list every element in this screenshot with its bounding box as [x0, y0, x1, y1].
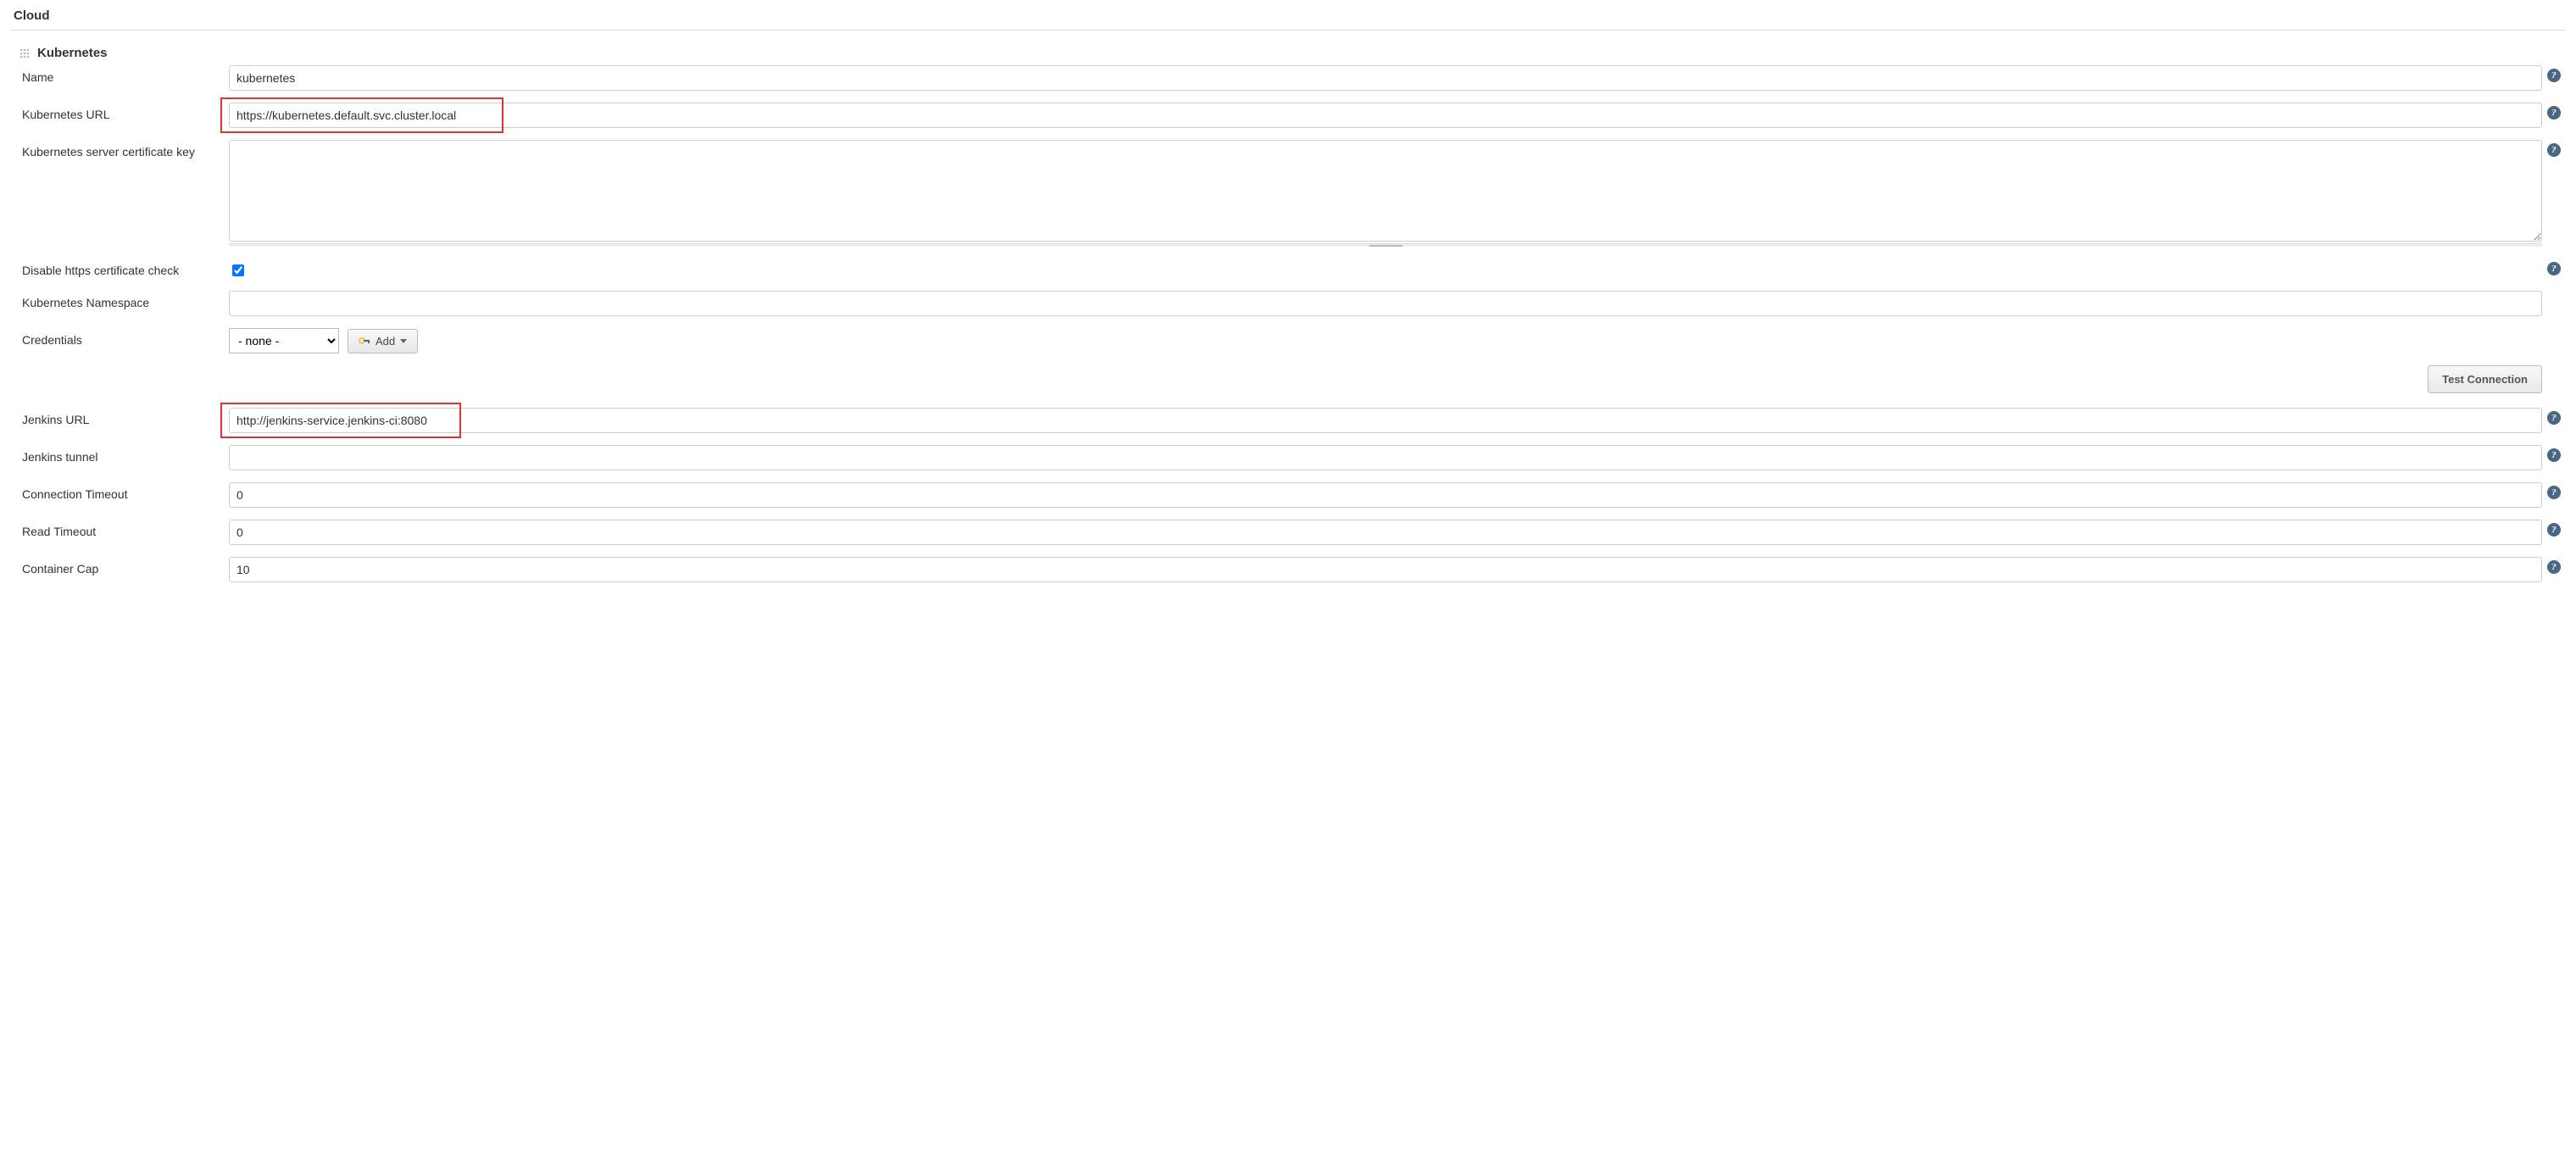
cloud-header-label: Kubernetes	[37, 46, 108, 60]
label-name: Name	[22, 65, 229, 84]
help-icon[interactable]: ?	[2547, 486, 2561, 499]
jenkins-url-input[interactable]	[229, 408, 2542, 433]
name-input[interactable]	[229, 65, 2542, 91]
help-icon[interactable]: ?	[2547, 560, 2561, 574]
help-icon[interactable]: ?	[2547, 143, 2561, 157]
help-icon[interactable]: ?	[2547, 448, 2561, 462]
label-container-cap: Container Cap	[22, 557, 229, 576]
chevron-down-icon	[400, 339, 407, 343]
namespace-input[interactable]	[229, 291, 2542, 316]
label-k8s-url: Kubernetes URL	[22, 103, 229, 121]
help-icon[interactable]: ?	[2547, 106, 2561, 120]
help-icon[interactable]: ?	[2547, 523, 2561, 537]
add-credentials-button[interactable]: Add	[348, 329, 418, 353]
disable-https-checkbox[interactable]	[232, 264, 244, 276]
label-jenkins-url: Jenkins URL	[22, 408, 229, 426]
credentials-select[interactable]: - none -	[229, 328, 339, 353]
section-title-cloud: Cloud	[10, 0, 2566, 31]
label-jenkins-tunnel: Jenkins tunnel	[22, 445, 229, 464]
label-read-timeout: Read Timeout	[22, 520, 229, 538]
kubernetes-url-input[interactable]	[229, 103, 2542, 128]
label-cert-key: Kubernetes server certificate key	[22, 140, 229, 159]
help-icon[interactable]: ?	[2547, 69, 2561, 82]
label-disable-https: Disable https certificate check	[22, 259, 229, 277]
container-cap-input[interactable]	[229, 557, 2542, 582]
textarea-resize-handle[interactable]	[229, 243, 2542, 247]
drag-handle-icon[interactable]	[19, 47, 31, 59]
cert-key-textarea[interactable]	[229, 140, 2542, 242]
label-credentials: Credentials	[22, 328, 229, 347]
add-button-label: Add	[376, 335, 395, 348]
cloud-header: Kubernetes	[19, 46, 2566, 60]
connection-timeout-input[interactable]	[229, 482, 2542, 508]
read-timeout-input[interactable]	[229, 520, 2542, 545]
jenkins-tunnel-input[interactable]	[229, 445, 2542, 470]
key-icon	[359, 335, 370, 347]
help-icon[interactable]: ?	[2547, 262, 2561, 275]
label-conn-timeout: Connection Timeout	[22, 482, 229, 501]
label-namespace: Kubernetes Namespace	[22, 291, 229, 309]
test-connection-button[interactable]: Test Connection	[2428, 365, 2542, 393]
help-icon[interactable]: ?	[2547, 411, 2561, 425]
